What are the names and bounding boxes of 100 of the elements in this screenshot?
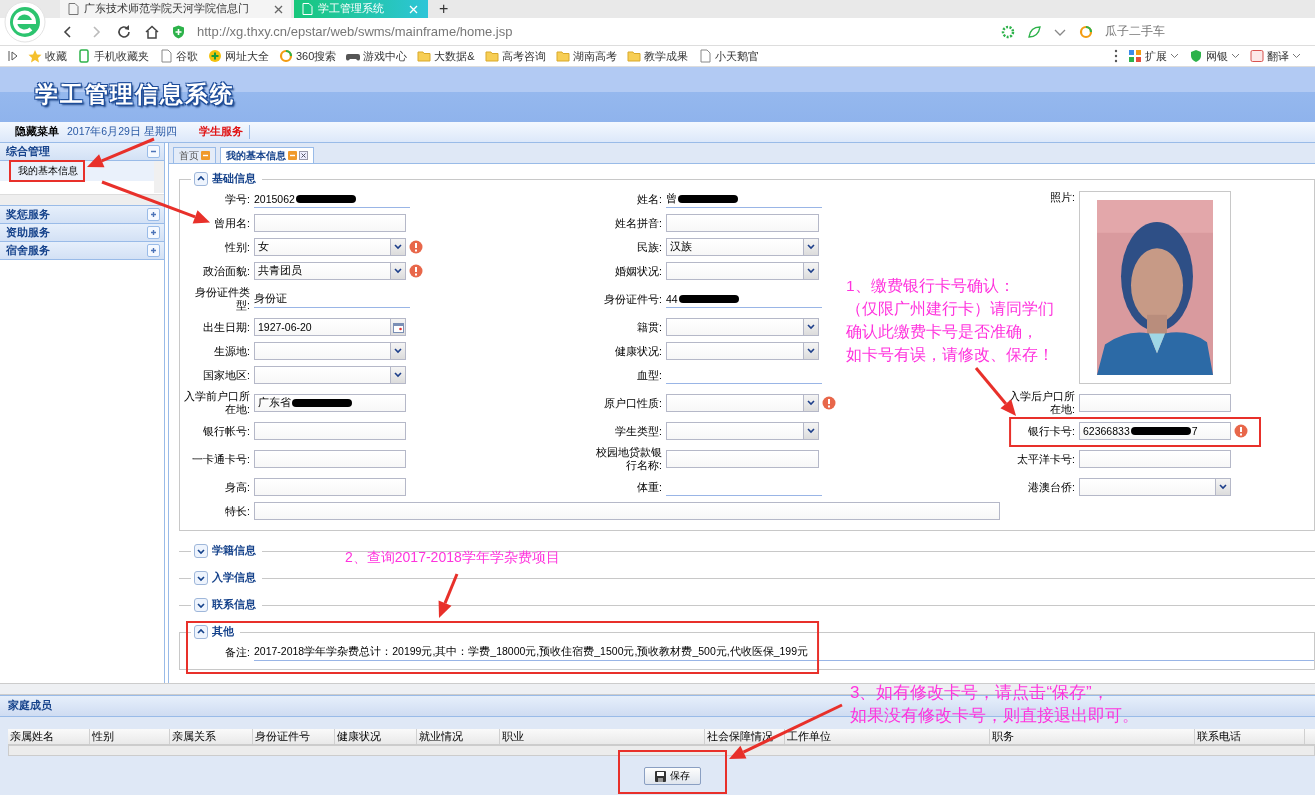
tab-icon bbox=[201, 151, 210, 160]
caret-icon bbox=[1231, 53, 1240, 59]
input-field[interactable] bbox=[254, 214, 406, 232]
column-header: 亲属姓名 bbox=[8, 729, 90, 744]
dropdown[interactable] bbox=[254, 366, 406, 384]
input-field[interactable]: 62366833 7 bbox=[1079, 422, 1231, 440]
dropdown[interactable]: 共青团员 bbox=[254, 262, 406, 280]
dropdown[interactable] bbox=[1079, 478, 1231, 496]
field-label: 学生类型: bbox=[615, 424, 663, 438]
column-header: 职业 bbox=[500, 729, 705, 744]
input-field[interactable] bbox=[254, 422, 406, 440]
column-header: 就业情况 bbox=[417, 729, 500, 744]
phone-icon bbox=[77, 49, 91, 63]
dropdown[interactable] bbox=[666, 342, 819, 360]
field-label: 原户口性质: bbox=[604, 396, 663, 410]
bookmark[interactable]: 大数据& bbox=[417, 48, 475, 64]
grid-icon bbox=[1128, 49, 1142, 63]
date-field[interactable]: 1927-06-20 bbox=[254, 318, 406, 336]
field-label: 备注: bbox=[225, 645, 250, 660]
sidebar-item[interactable]: 我的基本信息 bbox=[0, 161, 154, 181]
home-icon[interactable] bbox=[144, 23, 160, 40]
bookmark[interactable]: 教学成果 bbox=[626, 48, 688, 64]
sidebar-toggle-icon[interactable] bbox=[8, 50, 18, 62]
new-tab-button[interactable]: + bbox=[431, 0, 457, 18]
bookmark[interactable]: 高考咨询 bbox=[484, 48, 546, 64]
field-label: 照片: bbox=[1050, 191, 1076, 204]
column-header: 亲属关系 bbox=[170, 729, 253, 744]
scrollbar[interactable] bbox=[154, 161, 164, 193]
dropdown[interactable] bbox=[666, 394, 819, 412]
reload-icon[interactable] bbox=[116, 23, 132, 40]
collapse-icon[interactable] bbox=[194, 625, 208, 639]
field-label: 学号: bbox=[225, 193, 251, 206]
bookmark[interactable]: 湖南高考 bbox=[555, 48, 617, 64]
input-field[interactable] bbox=[666, 450, 819, 468]
dropdown[interactable] bbox=[666, 422, 819, 440]
expand-icon[interactable] bbox=[194, 598, 208, 612]
input-field[interactable] bbox=[1079, 450, 1231, 468]
expand-icon[interactable] bbox=[194, 544, 208, 558]
expand-icon[interactable] bbox=[147, 208, 160, 221]
sidebar-group[interactable]: 奖惩服务 bbox=[0, 206, 164, 224]
bookmark[interactable]: 手机收藏夹 bbox=[77, 48, 149, 64]
bookmark[interactable]: 谷歌 bbox=[159, 48, 198, 64]
collapse-icon[interactable] bbox=[147, 145, 160, 158]
folder-icon bbox=[417, 49, 432, 63]
bookmark[interactable]: 收藏 bbox=[28, 48, 67, 64]
bookmark[interactable]: 网址大全 bbox=[208, 48, 269, 64]
collapse-icon[interactable] bbox=[194, 172, 208, 186]
bookmark[interactable]: 游戏中心 bbox=[346, 48, 408, 64]
sidebar-group[interactable]: 宿舍服务 bbox=[0, 242, 164, 260]
annotation-text: 如果没有修改卡号，则直接退出即可。 bbox=[850, 705, 1139, 727]
sidebar-group[interactable]: 资助服务 bbox=[0, 224, 164, 242]
extension-button[interactable]: 翻译 bbox=[1250, 48, 1301, 64]
section-title: 学籍信息 bbox=[212, 544, 256, 558]
search-engine-icon[interactable] bbox=[1079, 24, 1093, 39]
app-title: 学工管理信息系统 bbox=[35, 80, 235, 109]
address-bar[interactable]: http://xg.thxy.cn/epstar/web/swms/mainframe/home.jsp bbox=[197, 24, 513, 39]
save-button[interactable]: 保存 bbox=[644, 767, 701, 785]
scrollbar[interactable] bbox=[0, 194, 164, 205]
expand-icon[interactable] bbox=[147, 226, 160, 239]
expand-icon[interactable] bbox=[194, 571, 208, 585]
input-field[interactable] bbox=[254, 478, 406, 496]
section-title: 入学信息 bbox=[212, 571, 256, 585]
dropdown[interactable] bbox=[666, 262, 819, 280]
content-tab[interactable]: 我的基本信息 bbox=[220, 147, 314, 163]
more-icon[interactable] bbox=[1114, 49, 1118, 63]
input-field[interactable] bbox=[1079, 394, 1231, 412]
dropdown[interactable] bbox=[254, 342, 406, 360]
field-label: 特长: bbox=[225, 504, 251, 518]
hide-menu-link[interactable]: 隐藏菜单 bbox=[15, 125, 59, 139]
close-icon[interactable] bbox=[299, 151, 308, 160]
arrow bbox=[87, 137, 155, 168]
sidebar-group[interactable]: 综合管理 bbox=[0, 143, 164, 161]
caret-icon bbox=[1292, 53, 1301, 59]
input-field[interactable] bbox=[254, 450, 406, 468]
field-label: 姓名: bbox=[637, 193, 663, 206]
date-text: 2017年6月29日 星期四 bbox=[67, 125, 177, 139]
extension-button[interactable]: 网银 bbox=[1189, 48, 1240, 64]
dropdown[interactable]: 女 bbox=[254, 238, 406, 256]
bookmark[interactable]: 360搜索 bbox=[279, 48, 337, 64]
column-header: 健康状况 bbox=[335, 729, 417, 744]
dropdown[interactable] bbox=[666, 318, 819, 336]
leaf-icon[interactable] bbox=[1027, 24, 1041, 39]
dropdown[interactable]: 汉族 bbox=[666, 238, 819, 256]
bookmark[interactable]: 小天鹅官 bbox=[697, 48, 759, 64]
content-tab[interactable]: 首页 bbox=[173, 147, 216, 163]
annotation-text: 1、缴费银行卡号确认： bbox=[846, 276, 1016, 296]
page-icon bbox=[697, 49, 712, 63]
module-tab[interactable]: 学生服务 bbox=[198, 125, 250, 139]
expand-icon[interactable] bbox=[147, 244, 160, 257]
input-field[interactable] bbox=[254, 502, 1000, 520]
input-field[interactable] bbox=[666, 214, 819, 232]
input-field[interactable]: 广东省 bbox=[254, 394, 406, 412]
arrow bbox=[438, 573, 459, 618]
column-header: 性别 bbox=[90, 729, 170, 744]
browser-tab[interactable]: 广东技术师范学院天河学院信息门 bbox=[60, 0, 291, 18]
extension-button[interactable]: 扩展 bbox=[1128, 48, 1179, 64]
scrollbar[interactable] bbox=[8, 745, 1315, 756]
search-field[interactable]: 瓜子二手车 bbox=[1105, 23, 1165, 40]
plus-icon bbox=[208, 49, 222, 63]
close-icon[interactable] bbox=[274, 4, 283, 14]
